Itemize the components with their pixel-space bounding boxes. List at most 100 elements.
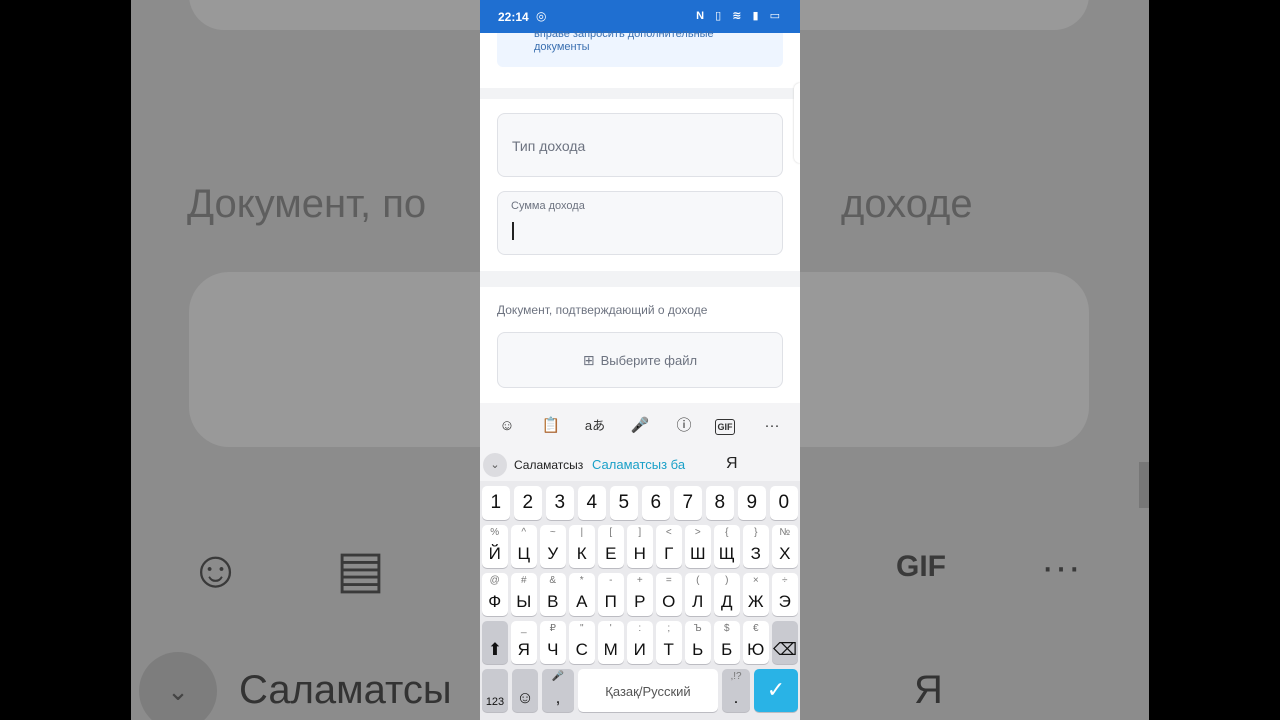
key-С-label: С	[575, 640, 588, 659]
emoji-key[interactable]: ☺	[512, 669, 538, 712]
period-key[interactable]: ,!?.	[722, 669, 750, 712]
key-А-label: А	[576, 592, 588, 611]
key-Ц[interactable]: ^ Ц	[511, 525, 537, 568]
key-4[interactable]: 4	[578, 486, 606, 520]
key-Ч-secondary: ₽	[549, 623, 556, 634]
bg-heading-right: доходе	[841, 182, 973, 226]
key-Р-label: Р	[634, 592, 646, 611]
key-Д-label: Д	[720, 592, 733, 611]
key-Ы-label: Ы	[516, 592, 532, 611]
key-Ю[interactable]: € Ю	[743, 621, 769, 664]
key-С[interactable]: " С	[569, 621, 595, 664]
key-К[interactable]: | К	[569, 525, 595, 568]
key-6-label: 6	[650, 492, 662, 513]
key-Г[interactable]: < Г	[656, 525, 682, 568]
space-key[interactable]: Қазақ/Русский	[578, 669, 718, 712]
key-П[interactable]: -П	[598, 573, 624, 616]
key-О[interactable]: = О	[656, 573, 682, 616]
backspace-key[interactable]: ⌫	[772, 621, 798, 664]
suggestion-3[interactable]: Я	[726, 455, 738, 473]
key-Н[interactable]: ] Н	[627, 525, 653, 568]
key-7[interactable]: 7	[674, 486, 702, 520]
key-Ш[interactable]: > Ш	[685, 525, 711, 568]
key-П-secondary: -	[609, 575, 613, 586]
key-3[interactable]: 3	[546, 486, 574, 520]
clipboard-icon[interactable]: 📋	[538, 415, 564, 437]
key-Ь[interactable]: ЪЬ	[685, 621, 711, 664]
more-icon[interactable]: ···	[759, 415, 785, 437]
key-Й-secondary: %	[490, 527, 500, 538]
collapse-chevron-icon[interactable]: ⌄	[483, 453, 507, 477]
key-2-label: 2	[522, 492, 534, 513]
microphone-icon[interactable]: 🎤	[627, 415, 653, 437]
key-У[interactable]: ~ У	[540, 525, 566, 568]
bg-collapse-icon: ⌄	[139, 652, 217, 720]
info-icon[interactable]: ⓘ	[671, 415, 697, 437]
key-Й-label: Й	[488, 544, 501, 563]
key-5[interactable]: 5	[610, 486, 638, 520]
key-Щ[interactable]: {Щ	[714, 525, 740, 568]
income-amount-label: Сумма дохода	[511, 200, 585, 212]
key-Ж[interactable]: × Ж	[743, 573, 769, 616]
key-9[interactable]: 9	[738, 486, 766, 520]
key-Ы[interactable]: # Ы	[511, 573, 537, 616]
income-type-select[interactable]: Тип дохода	[497, 113, 783, 177]
key-Щ-secondary: {	[725, 527, 729, 538]
key-И[interactable]: :И	[627, 621, 653, 664]
enter-key[interactable]: ✓	[754, 669, 798, 712]
key-И-secondary: :	[638, 623, 642, 634]
comma-key[interactable]: 🎤,	[542, 669, 574, 712]
key-Л-label: Л	[692, 592, 704, 611]
key-Т[interactable]: ; Т	[656, 621, 682, 664]
suggestion-2[interactable]: Саламатсыз ба	[592, 457, 685, 472]
key-Е[interactable]: [Е	[598, 525, 624, 568]
suggestion-1[interactable]: Саламатсыз	[514, 458, 583, 472]
key-Х[interactable]: № Х	[772, 525, 798, 568]
key-Б[interactable]: $ Б	[714, 621, 740, 664]
sticker-icon[interactable]: ☺	[494, 415, 520, 437]
key-Э[interactable]: ÷ Э	[772, 573, 798, 616]
key-Н-secondary: ]	[638, 527, 642, 538]
bg-more-icon: ···	[1041, 545, 1081, 589]
status-time: 22:14	[498, 10, 529, 24]
key-Ч[interactable]: ₽ Ч	[540, 621, 566, 664]
key-Г-label: Г	[664, 544, 674, 563]
status-icons: N ▯ ≋ ▮ ▭	[696, 10, 784, 22]
shift-key[interactable]: ⬆	[482, 621, 508, 664]
key-Я[interactable]: _ Я	[511, 621, 537, 664]
key-Г-secondary: <	[665, 527, 672, 538]
key-Ф[interactable]: @ Ф	[482, 573, 508, 616]
key-Е-label: Е	[605, 544, 617, 563]
key-3-label: 3	[554, 492, 566, 513]
key-В[interactable]: & В	[540, 573, 566, 616]
translate-icon[interactable]: aあ	[582, 415, 608, 437]
form-content[interactable]: вправе запросить дополнительные документ…	[480, 28, 800, 403]
key-Л[interactable]: (Л	[685, 573, 711, 616]
key-Й[interactable]: % Й	[482, 525, 508, 568]
key-Ю-secondary: €	[752, 623, 759, 634]
key-М[interactable]: ' М	[598, 621, 624, 664]
key-Р[interactable]: + Р	[627, 573, 653, 616]
key-6[interactable]: 6	[642, 486, 670, 520]
choose-file-button[interactable]: ⊞ Выберите файл	[497, 332, 783, 388]
comma-key-secondary: 🎤	[551, 671, 565, 682]
key-М-secondary: '	[609, 623, 612, 634]
gif-icon[interactable]: GIF	[715, 419, 735, 435]
key-З[interactable]: } З	[743, 525, 769, 568]
info-note-line1: вправе запросить дополнительные	[534, 28, 714, 40]
enter-key-label: ✓	[766, 677, 786, 702]
key-8[interactable]: 8	[706, 486, 734, 520]
key-Д[interactable]: ) Д	[714, 573, 740, 616]
side-scroll-tab[interactable]	[794, 83, 800, 163]
key-8-label: 8	[714, 492, 726, 513]
key-2[interactable]: 2	[514, 486, 542, 520]
numbers-key[interactable]: 123	[482, 669, 508, 712]
key-А[interactable]: * А	[569, 573, 595, 616]
key-Р-secondary: +	[636, 575, 643, 586]
space-key-label: Қазақ/Русский	[605, 684, 691, 699]
income-amount-input[interactable]: Сумма дохода	[497, 191, 783, 255]
key-0[interactable]: 0	[770, 486, 798, 520]
key-Ю-label: Ю	[747, 640, 765, 659]
key-1[interactable]: 1	[482, 486, 510, 520]
key-И-label: И	[633, 640, 646, 659]
